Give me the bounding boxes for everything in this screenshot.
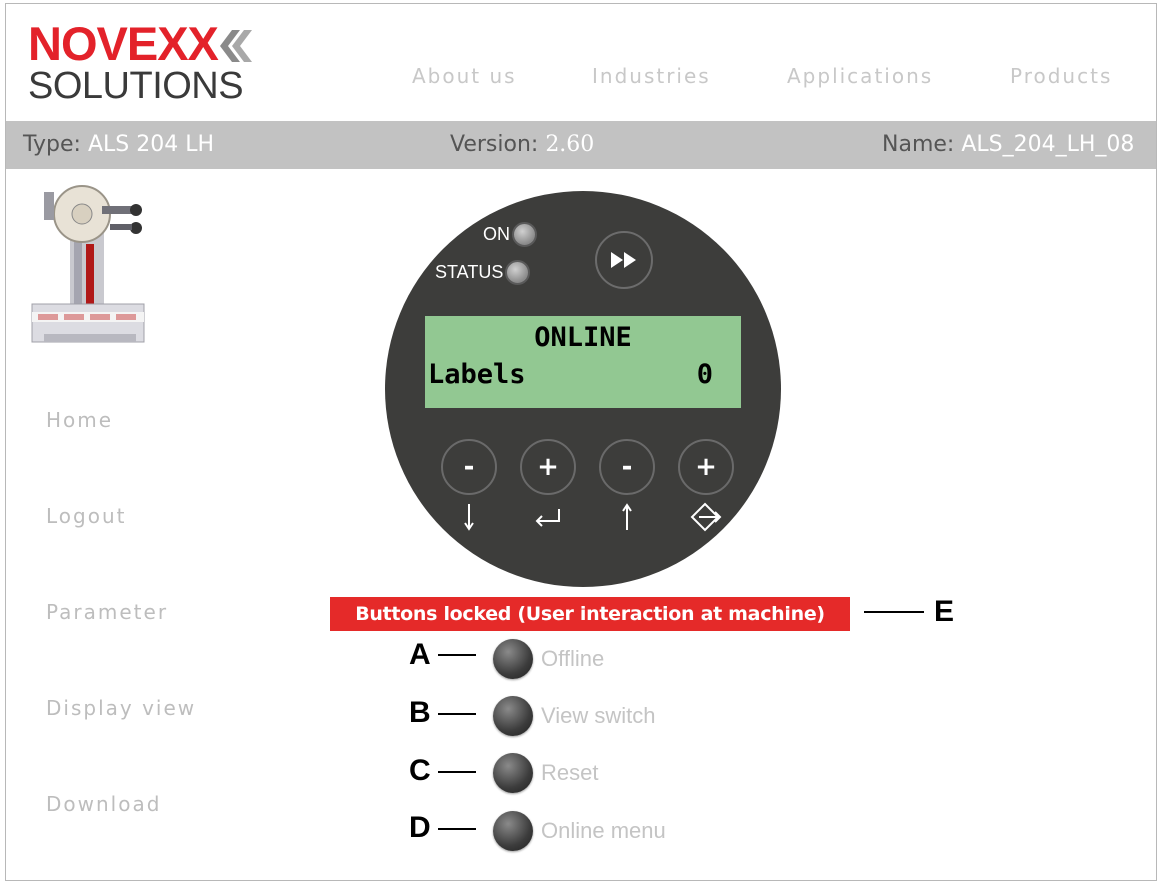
reset-button-label: Reset	[541, 760, 599, 785]
reset-button[interactable]: Reset	[493, 753, 598, 793]
name-label: Name:	[882, 132, 955, 157]
led-on-indicator	[512, 222, 537, 247]
online-menu-button-knob	[493, 811, 533, 851]
machine-image	[31, 185, 145, 343]
callout-label-b: B	[409, 696, 431, 729]
offline-button[interactable]: Offline	[493, 639, 604, 679]
view-switch-button-label: View switch	[541, 703, 656, 728]
lcd-display: ONLINE Labels 0	[425, 316, 741, 408]
callout-line-a	[438, 654, 476, 656]
type-value: ALS 204 LH	[87, 132, 215, 157]
callout-line-e	[864, 611, 924, 613]
version-value: 2.60	[545, 132, 595, 157]
key-1-minus-button[interactable]: -	[441, 439, 497, 495]
web-panel: NOVEXX SOLUTIONS About us Industries App…	[5, 3, 1157, 881]
logo-wordmark: NOVEXX	[28, 17, 219, 70]
sidenav-logout[interactable]: Logout	[46, 504, 126, 528]
callout-label-d: D	[409, 811, 431, 844]
enter-icon	[528, 501, 568, 533]
sidenav-parameter[interactable]: Parameter	[46, 600, 168, 624]
key-3-sign: -	[621, 452, 633, 482]
callout-label-a: A	[409, 638, 431, 671]
exit-icon	[686, 501, 726, 533]
online-menu-button-label: Online menu	[541, 818, 666, 843]
view-switch-button-knob	[493, 696, 533, 736]
top-navigation: About us Industries Applications Product…	[6, 64, 1156, 92]
device-type: Type: ALS 204 LH	[23, 132, 214, 157]
arrow-up-icon	[607, 501, 647, 533]
led-status-label: STATUS	[435, 262, 504, 282]
key-4-plus-button[interactable]: +	[678, 439, 734, 495]
led-on: ON	[483, 222, 537, 247]
online-menu-button[interactable]: Online menu	[493, 811, 666, 851]
sidenav-display-view[interactable]: Display view	[46, 696, 196, 720]
callout-line-c	[438, 771, 476, 773]
callout-line-b	[438, 713, 476, 715]
lcd-labels-count: 0	[696, 359, 713, 390]
operating-panel: ON STATUS ONLINE Labels 0 - + - +	[385, 191, 781, 587]
arrow-down-icon	[449, 501, 489, 533]
led-status-indicator	[505, 260, 531, 285]
reset-button-knob	[493, 753, 533, 793]
key-4-sign: +	[695, 452, 717, 482]
version-label: Version:	[450, 132, 539, 157]
sidenav-home[interactable]: Home	[46, 408, 113, 432]
fast-forward-button[interactable]	[595, 231, 653, 289]
fast-forward-icon	[611, 252, 636, 268]
nav-industries[interactable]: Industries	[592, 64, 711, 88]
callout-label-c: C	[409, 754, 431, 787]
key-3-minus-button[interactable]: -	[599, 439, 655, 495]
callout-label-e: E	[934, 595, 955, 628]
key-2-sign: +	[537, 452, 559, 482]
key-1-sign: -	[463, 452, 475, 482]
name-value: ALS_204_LH_08	[961, 132, 1135, 157]
lcd-labels-label: Labels	[428, 359, 526, 390]
led-on-label: ON	[483, 224, 510, 244]
callout-line-d	[438, 828, 476, 830]
device-name: Name: ALS_204_LH_08	[882, 132, 1134, 157]
view-switch-button[interactable]: View switch	[493, 696, 656, 736]
sidenav-download[interactable]: Download	[46, 792, 161, 816]
led-status: STATUS	[435, 260, 531, 285]
offline-button-knob	[493, 639, 533, 679]
buttons-locked-banner: Buttons locked (User interaction at mach…	[330, 597, 850, 631]
type-label: Type:	[23, 132, 81, 157]
offline-button-label: Offline	[541, 646, 605, 671]
device-info-bar: Type: ALS 204 LH Version: 2.60 Name: ALS…	[6, 121, 1156, 169]
device-version: Version: 2.60	[450, 132, 594, 157]
nav-about-us[interactable]: About us	[412, 64, 517, 88]
nav-applications[interactable]: Applications	[787, 64, 933, 88]
lcd-status-text: ONLINE	[534, 322, 632, 353]
logo-chevrons-icon	[219, 30, 252, 62]
key-2-plus-button[interactable]: +	[520, 439, 576, 495]
nav-products[interactable]: Products	[1010, 64, 1112, 88]
